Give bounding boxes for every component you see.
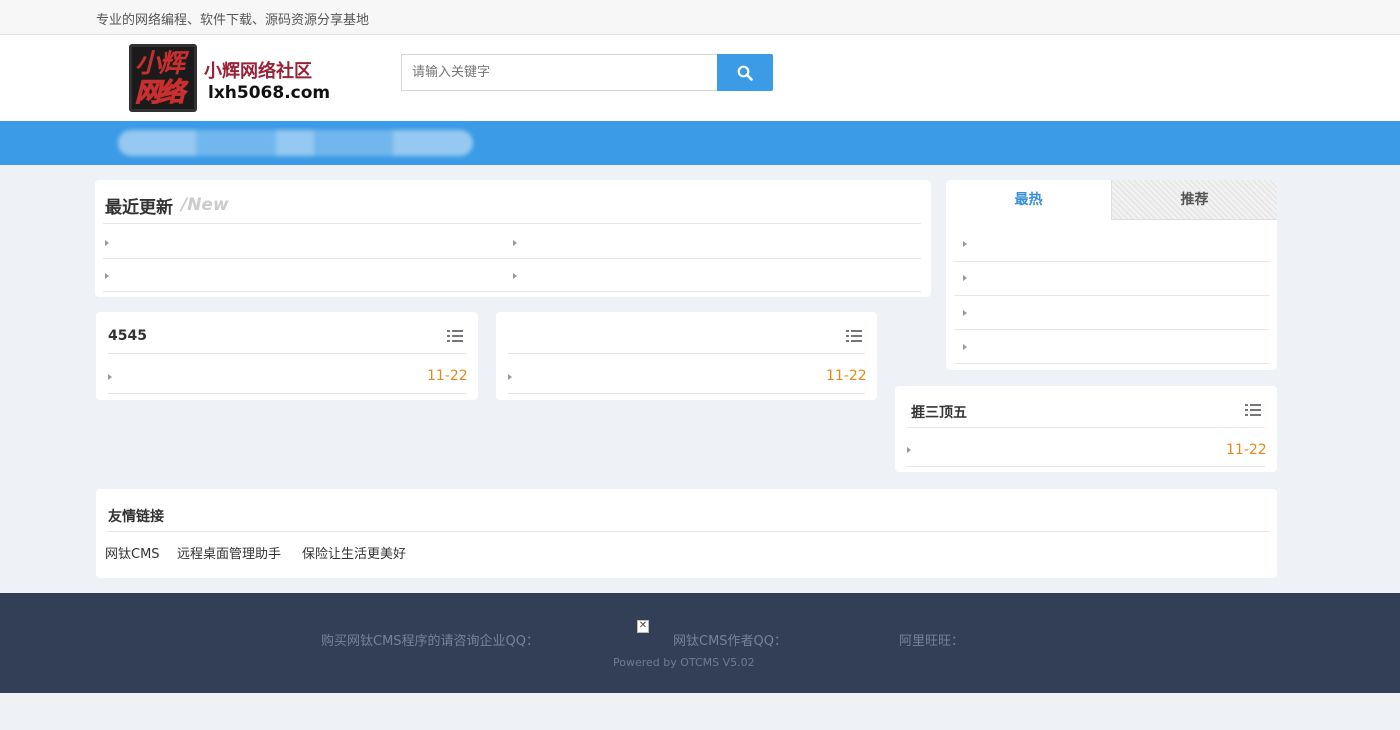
item-date: 11-22 xyxy=(1226,442,1267,458)
divider xyxy=(103,291,921,292)
tab-hot[interactable]: 最热 xyxy=(946,180,1111,220)
card-title[interactable]: 捱三顶五 xyxy=(911,402,967,422)
divider xyxy=(954,363,1270,364)
search-input[interactable] xyxy=(401,54,718,91)
recent-title: 最近更新 xyxy=(105,198,173,218)
friend-links-title: 友情链接 xyxy=(108,509,164,525)
category-card: 11-22 xyxy=(496,312,877,400)
divider xyxy=(108,353,466,354)
item-date: 11-22 xyxy=(427,368,468,384)
logo-image[interactable]: 小辉 网络 xyxy=(129,44,197,112)
list-icon[interactable] xyxy=(1245,404,1261,416)
list-bullet-icon xyxy=(963,275,967,281)
logo-line-1: 小辉 xyxy=(135,49,185,79)
category-card: 捱三顶五 11-22 xyxy=(895,386,1277,472)
list-bullet-icon xyxy=(508,374,512,380)
list-icon[interactable] xyxy=(447,330,463,342)
tab-recommended[interactable]: 推荐 xyxy=(1111,180,1277,220)
list-bullet-icon xyxy=(963,241,967,247)
divider xyxy=(508,353,865,354)
list-bullet-icon xyxy=(963,344,967,350)
top-bar: 专业的网络编程、软件下载、源码资源分享基地 xyxy=(0,0,1400,35)
divider xyxy=(103,258,921,259)
card-title[interactable]: 4545 xyxy=(108,328,147,344)
site-tagline: 专业的网络编程、软件下载、源码资源分享基地 xyxy=(96,13,370,28)
main-nav xyxy=(0,121,1400,165)
list-icon[interactable] xyxy=(846,330,862,342)
list-bullet-icon xyxy=(963,310,967,316)
list-bullet-icon xyxy=(108,374,112,380)
header: 小辉 网络 小辉网络社区 lxh5068.com xyxy=(0,35,1400,121)
divider xyxy=(103,223,921,224)
list-bullet-icon xyxy=(513,240,517,246)
footer: 购买网钛CMS程序的请咨询企业QQ： ✕ 网钛CMS作者QQ： 阿里旺旺： Po… xyxy=(0,593,1400,693)
divider xyxy=(106,531,1269,532)
search-button[interactable] xyxy=(717,54,773,91)
divider xyxy=(954,295,1270,296)
nav-items-blurred[interactable] xyxy=(118,130,473,156)
ranking-panel: 最热 推荐 xyxy=(946,180,1277,370)
footer-author-qq: 网钛CMS作者QQ： xyxy=(673,634,788,649)
list-bullet-icon xyxy=(907,447,911,453)
footer-powered-by[interactable]: Powered by OTCMS V5.02 xyxy=(613,656,755,669)
footer-aliwangwang: 阿里旺旺： xyxy=(899,634,965,649)
recent-subtitle: /New xyxy=(181,195,229,215)
item-date: 11-22 xyxy=(826,368,867,384)
divider xyxy=(907,466,1265,467)
divider xyxy=(954,261,1270,262)
friend-link-otcms[interactable]: 网钛CMS xyxy=(105,543,160,562)
divider xyxy=(907,427,1265,428)
logo-line-2: 网络 xyxy=(134,78,185,108)
footer-buy-qq: 购买网钛CMS程序的请咨询企业QQ： xyxy=(321,634,540,649)
logo-site-name[interactable]: 小辉网络社区 xyxy=(204,57,312,83)
list-bullet-icon xyxy=(105,240,109,246)
divider xyxy=(508,393,865,394)
friend-link-insurance[interactable]: 保险让生活更美好 xyxy=(302,543,406,562)
list-bullet-icon xyxy=(513,273,517,279)
logo-domain[interactable]: lxh5068.com xyxy=(208,83,330,103)
category-card: 4545 11-22 xyxy=(96,312,478,400)
divider xyxy=(954,329,1270,330)
friend-link-remote-desktop[interactable]: 远程桌面管理助手 xyxy=(177,543,281,562)
search-icon xyxy=(737,65,753,81)
qq-image-icon[interactable]: ✕ xyxy=(637,620,649,633)
list-bullet-icon xyxy=(105,273,109,279)
friend-links-panel: 友情链接 网钛CMS 远程桌面管理助手 保险让生活更美好 xyxy=(96,489,1277,578)
recent-updates-panel: 最近更新 /New xyxy=(95,180,931,297)
divider xyxy=(108,393,466,394)
